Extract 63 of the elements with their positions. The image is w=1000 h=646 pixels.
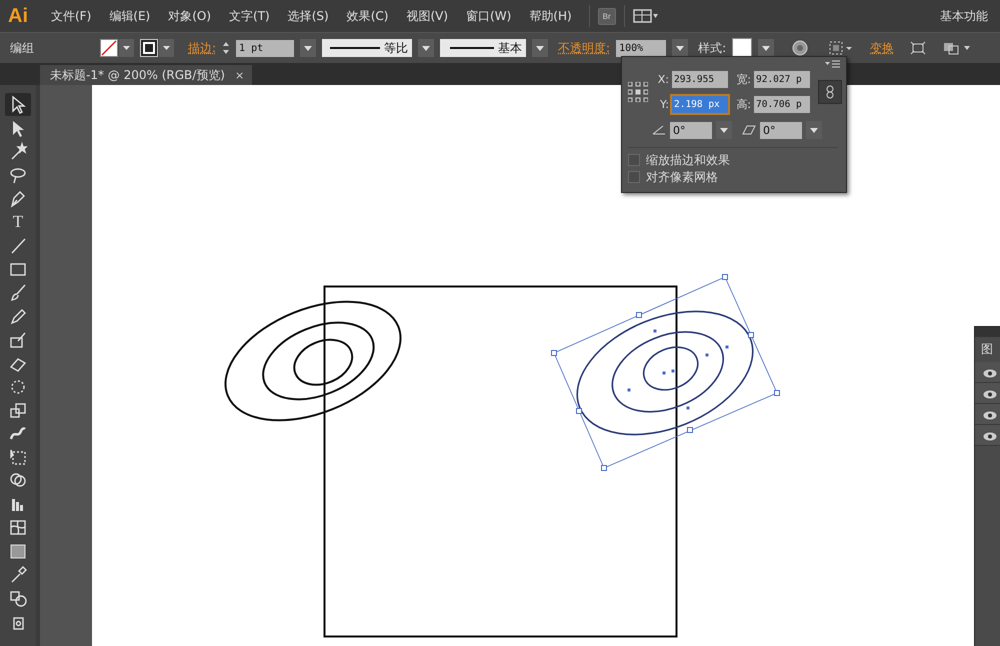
stroke-swatch[interactable] (140, 39, 174, 57)
align-icon[interactable] (828, 40, 854, 56)
shear-icon (742, 125, 756, 135)
menu-item[interactable]: 编辑(E) (100, 8, 160, 24)
checkbox[interactable] (628, 154, 640, 166)
workspace-switcher[interactable]: 基本功能 (940, 8, 1000, 24)
menu-item[interactable]: 对象(O) (159, 8, 220, 24)
menu-item[interactable]: 效果(C) (338, 8, 398, 24)
stroke-weight-field[interactable]: 1 pt (236, 40, 294, 56)
chain-link-icon (826, 85, 834, 99)
arrange-icon[interactable] (942, 41, 972, 55)
stroke-label[interactable]: 描边: (188, 40, 216, 56)
fill-none-swatch[interactable] (100, 39, 134, 57)
value-field[interactable]: 92.027 p (754, 71, 810, 88)
constrain-proportions-button[interactable] (818, 80, 842, 104)
rotate-angle-icon (652, 125, 666, 135)
field-label: Y: (659, 98, 670, 111)
eye-icon[interactable] (983, 432, 997, 440)
eye-icon[interactable] (983, 390, 997, 398)
checkbox-label: 对齐像素网格 (646, 168, 718, 186)
opacity-label[interactable]: 不透明度: (558, 40, 610, 56)
app-logo: Ai (7, 4, 29, 28)
eye-icon[interactable] (983, 410, 997, 420)
checkbox[interactable] (628, 171, 640, 184)
brush-definition-dropdown[interactable]: 基本 (440, 39, 526, 57)
rotate-field[interactable]: 0° (670, 122, 712, 138)
tool-button[interactable] (5, 93, 31, 116)
opacity-field[interactable]: 100% (616, 40, 666, 56)
stroke-line-icon (330, 47, 380, 49)
field-label: 高: (735, 97, 752, 112)
field-label: X: (656, 73, 670, 86)
globe-icon[interactable] (792, 40, 808, 56)
field-label: 宽: (735, 72, 752, 87)
paintbrush-icon (8, 282, 28, 302)
menu-item[interactable]: 文字(T) (220, 8, 279, 24)
tool-button[interactable]: T (5, 210, 31, 233)
menu-item[interactable]: 窗口(W) (457, 8, 520, 24)
menu-item[interactable]: 文件(F) (42, 8, 100, 24)
value-field[interactable]: 2.198 px (672, 96, 728, 113)
shear-field[interactable]: 0° (760, 122, 802, 138)
eye-icon[interactable] (983, 368, 997, 378)
variable-width-profile-dropdown[interactable]: 等比 (322, 39, 412, 57)
close-tab-button[interactable]: × (235, 68, 244, 82)
menu-item[interactable]: 选择(S) (278, 8, 338, 24)
stroke-line-icon (450, 47, 494, 49)
graphic-style-swatch[interactable] (732, 38, 752, 58)
stepper-icon[interactable] (222, 40, 230, 56)
panel-menu-icon[interactable] (824, 60, 840, 68)
selected-ellipses-drawing[interactable] (551, 274, 780, 471)
isolate-icon[interactable] (910, 41, 926, 55)
transform-link[interactable]: 变换 (870, 40, 894, 56)
reference-point-icon[interactable] (628, 82, 648, 102)
checkbox-label: 缩放描边和效果 (646, 152, 730, 169)
arrange-documents-icon[interactable] (632, 9, 659, 23)
value-field[interactable]: 293.955 (672, 71, 728, 88)
bridge-button[interactable]: Br (598, 8, 616, 24)
menu-item[interactable]: 视图(V) (397, 8, 458, 24)
value-field[interactable]: 70.706 p (754, 96, 810, 113)
style-label: 样式: (698, 40, 726, 56)
menu-item[interactable]: 帮助(H) (520, 8, 581, 24)
document-tab[interactable]: 未标题-1* @ 200% (RGB/预览) × (40, 65, 252, 85)
layers-panel-title[interactable]: 图 (975, 337, 1000, 362)
selection-label: 编组 (9, 40, 35, 56)
